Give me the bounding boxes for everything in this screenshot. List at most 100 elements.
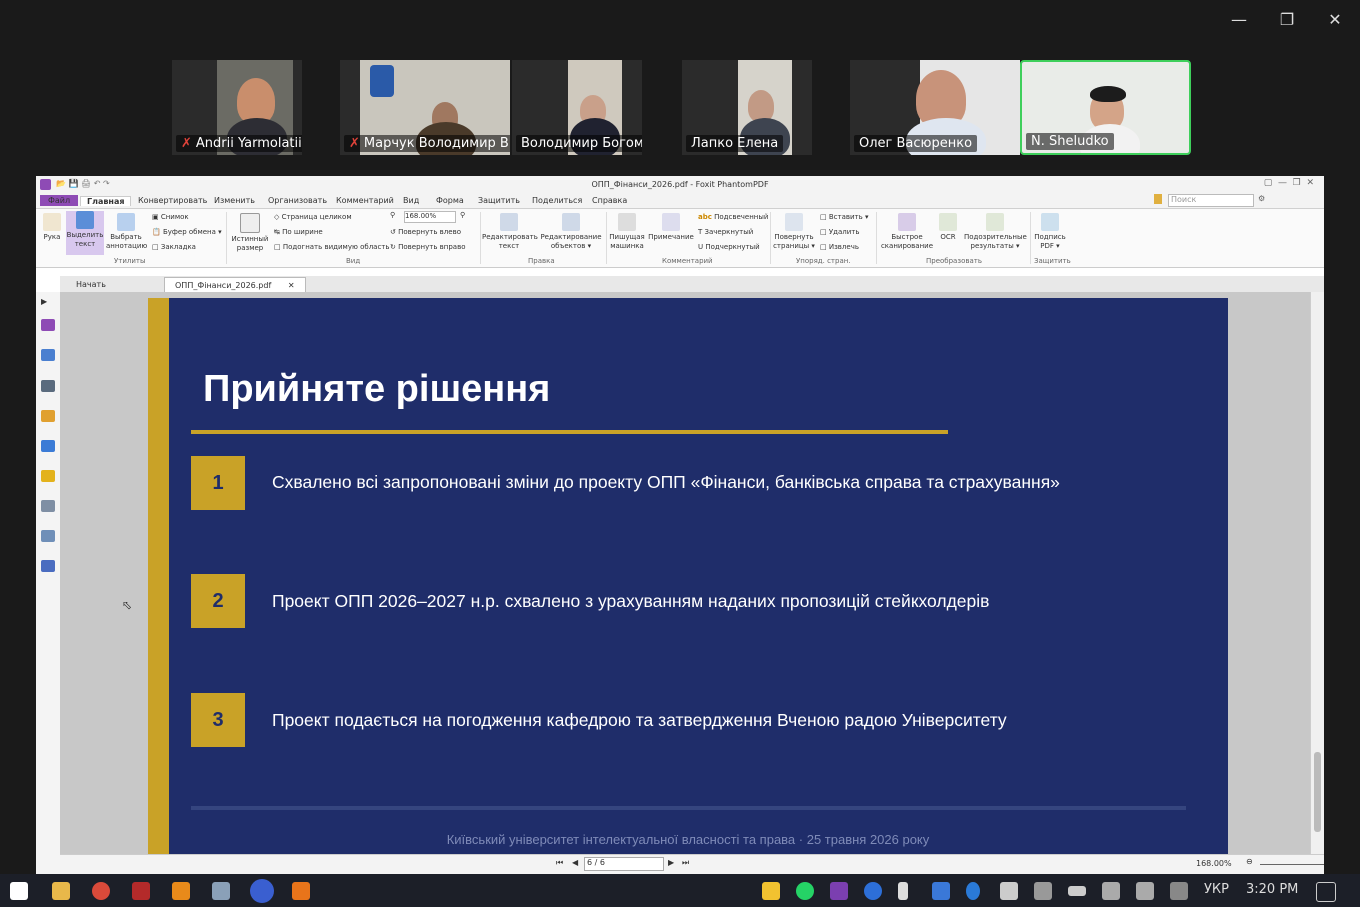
- next-page-icon[interactable]: ▶: [668, 858, 674, 867]
- minimize-button[interactable]: —: [1224, 10, 1254, 29]
- participant-tile[interactable]: Лапко Елена: [682, 60, 812, 155]
- menu-view[interactable]: Вид: [403, 196, 419, 205]
- chrome-icon[interactable]: [92, 882, 110, 900]
- delete-button[interactable]: □ Удалить: [820, 228, 859, 236]
- fit-width-button[interactable]: ↹ По ширине: [274, 228, 323, 236]
- select-text-button[interactable]: Выделить текст: [66, 211, 104, 255]
- participant-tile[interactable]: Олег Васюренко: [850, 60, 1020, 155]
- hand-tool-button[interactable]: Рука: [40, 213, 64, 242]
- comments-panel-icon[interactable]: [41, 410, 55, 422]
- zoom-in-icon[interactable]: ⚲: [460, 211, 465, 219]
- participant-tile-active-speaker[interactable]: N. Sheludko: [1020, 60, 1191, 155]
- menu-help[interactable]: Справка: [592, 196, 627, 205]
- actual-size-button[interactable]: Истинный размер: [230, 213, 270, 253]
- tab-start[interactable]: Начать: [66, 277, 116, 292]
- sign-pdf-button[interactable]: Подпись PDF ▾: [1032, 213, 1068, 251]
- expand-panel-icon[interactable]: ▶: [41, 297, 55, 309]
- menu-share[interactable]: Поделиться: [532, 196, 582, 205]
- close-tab-icon[interactable]: ✕: [288, 281, 295, 290]
- signatures-panel-icon[interactable]: [41, 500, 55, 512]
- pages-panel-icon[interactable]: [41, 349, 55, 361]
- menu-convert[interactable]: Конвертировать: [138, 196, 207, 205]
- fit-visible-button[interactable]: □ Подогнать видимую область: [274, 243, 390, 251]
- participant-tile[interactable]: Володимир Богом'я: [512, 60, 642, 155]
- document-viewer[interactable]: Прийняте рішення 1 Схвалено всі запропон…: [60, 292, 1310, 854]
- zoom-out-button[interactable]: ⊖: [1246, 857, 1253, 866]
- note-button[interactable]: Примечание: [648, 213, 694, 242]
- underline-button[interactable]: U Подчеркнутый: [698, 243, 760, 251]
- suspect-results-button[interactable]: Подозрительные результаты ▾: [964, 213, 1027, 251]
- page-number-input[interactable]: 6 / 6: [584, 857, 664, 871]
- app-window-controls[interactable]: ▢ — ❐ ✕: [1264, 178, 1314, 188]
- pen-tools-icon[interactable]: [41, 560, 55, 572]
- insert-button[interactable]: □ Вставить ▾: [820, 213, 869, 221]
- app-icon[interactable]: [172, 882, 190, 900]
- last-page-icon[interactable]: ⏭: [682, 858, 689, 868]
- telegram-icon[interactable]: [1000, 882, 1018, 900]
- edit-text-button[interactable]: Редактировать текст: [482, 213, 538, 251]
- menu-home[interactable]: Главная: [80, 196, 132, 206]
- highlight-button[interactable]: abc Подсвеченный: [698, 213, 768, 221]
- extract-button[interactable]: □ Извлечь: [820, 243, 859, 251]
- zoom-input[interactable]: 168.00%: [404, 211, 456, 223]
- notification-icon[interactable]: [1316, 882, 1336, 902]
- settings-icon[interactable]: ⚙: [1258, 194, 1265, 203]
- menu-file[interactable]: Файл: [40, 195, 79, 206]
- prev-page-icon[interactable]: ◀: [572, 858, 578, 867]
- first-page-icon[interactable]: ⏮: [556, 858, 563, 868]
- bookmark-button[interactable]: □ Закладка: [152, 243, 196, 251]
- snapshot-button[interactable]: ▣ Снимок: [152, 213, 189, 221]
- battery-icon[interactable]: [1068, 886, 1086, 896]
- windows-start-icon[interactable]: [10, 882, 28, 900]
- clock[interactable]: 3:20 PM: [1246, 882, 1298, 897]
- bookmarks-panel-icon[interactable]: [41, 319, 55, 331]
- zoom-app-icon[interactable]: [250, 879, 274, 903]
- zoom-out-icon[interactable]: ⚲: [390, 211, 395, 219]
- whatsapp-icon[interactable]: [796, 882, 814, 900]
- wifi-icon[interactable]: [1102, 882, 1120, 900]
- quick-scan-button[interactable]: Быстрое сканирование: [880, 213, 934, 251]
- fields-panel-icon[interactable]: [41, 530, 55, 542]
- participant-tile[interactable]: ✗ Марчук Володимир В...: [340, 60, 510, 155]
- tab-document[interactable]: ОПП_Фінанси_2026.pdf ✕: [164, 277, 306, 293]
- close-button[interactable]: ✕: [1320, 10, 1350, 29]
- typewriter-button[interactable]: Пишущая машинка: [609, 213, 645, 251]
- vertical-scrollbar[interactable]: [1310, 292, 1324, 854]
- menu-protect[interactable]: Защитить: [478, 196, 520, 205]
- defender-icon[interactable]: [932, 882, 950, 900]
- menu-organize[interactable]: Организовать: [268, 196, 327, 205]
- volume-icon[interactable]: [1136, 882, 1154, 900]
- pen-icon[interactable]: [1170, 882, 1188, 900]
- menu-form[interactable]: Форма: [436, 196, 464, 205]
- restore-button[interactable]: ❐: [1272, 10, 1302, 29]
- google-drive-icon[interactable]: [762, 882, 780, 900]
- microphone-icon[interactable]: [898, 882, 908, 900]
- menu-comment[interactable]: Комментарий: [336, 196, 394, 205]
- search-input[interactable]: Поиск: [1168, 194, 1254, 207]
- strikeout-button[interactable]: T Зачеркнутый: [698, 228, 753, 236]
- tray-app-icon[interactable]: [1034, 882, 1052, 900]
- rotate-left-button[interactable]: ↺ Повернуть влево: [390, 228, 461, 236]
- app-icon[interactable]: [132, 882, 150, 900]
- rotate-pages-button[interactable]: Повернуть страницы ▾: [772, 213, 816, 251]
- zoom-tray-icon[interactable]: [864, 882, 882, 900]
- participant-tile[interactable]: ✗ Andrii Yarmolatii: [172, 60, 302, 155]
- layers-panel-icon[interactable]: [41, 380, 55, 392]
- select-annotation-button[interactable]: Выбрать аннотацию: [106, 213, 147, 251]
- onenote-icon[interactable]: [830, 882, 848, 900]
- file-explorer-icon[interactable]: [52, 882, 70, 900]
- app-icon[interactable]: [292, 882, 310, 900]
- ocr-button[interactable]: OCR: [936, 213, 960, 242]
- language-indicator[interactable]: УКР: [1204, 882, 1229, 897]
- edit-object-button[interactable]: Редактирование объектов ▾: [540, 213, 602, 251]
- network-app-icon[interactable]: [212, 882, 230, 900]
- bluetooth-icon[interactable]: [966, 882, 980, 900]
- security-lock-icon[interactable]: [41, 470, 55, 482]
- zoom-slider[interactable]: [1260, 864, 1324, 865]
- attachments-panel-icon[interactable]: [41, 440, 55, 452]
- fit-page-button[interactable]: ◇ Страница целиком: [274, 213, 352, 221]
- menu-edit[interactable]: Изменить: [214, 196, 255, 205]
- scrollbar-thumb[interactable]: [1314, 752, 1321, 832]
- clipboard-button[interactable]: 📋 Буфер обмена ▾: [152, 228, 222, 236]
- rotate-right-button[interactable]: ↻ Повернуть вправо: [390, 243, 466, 251]
